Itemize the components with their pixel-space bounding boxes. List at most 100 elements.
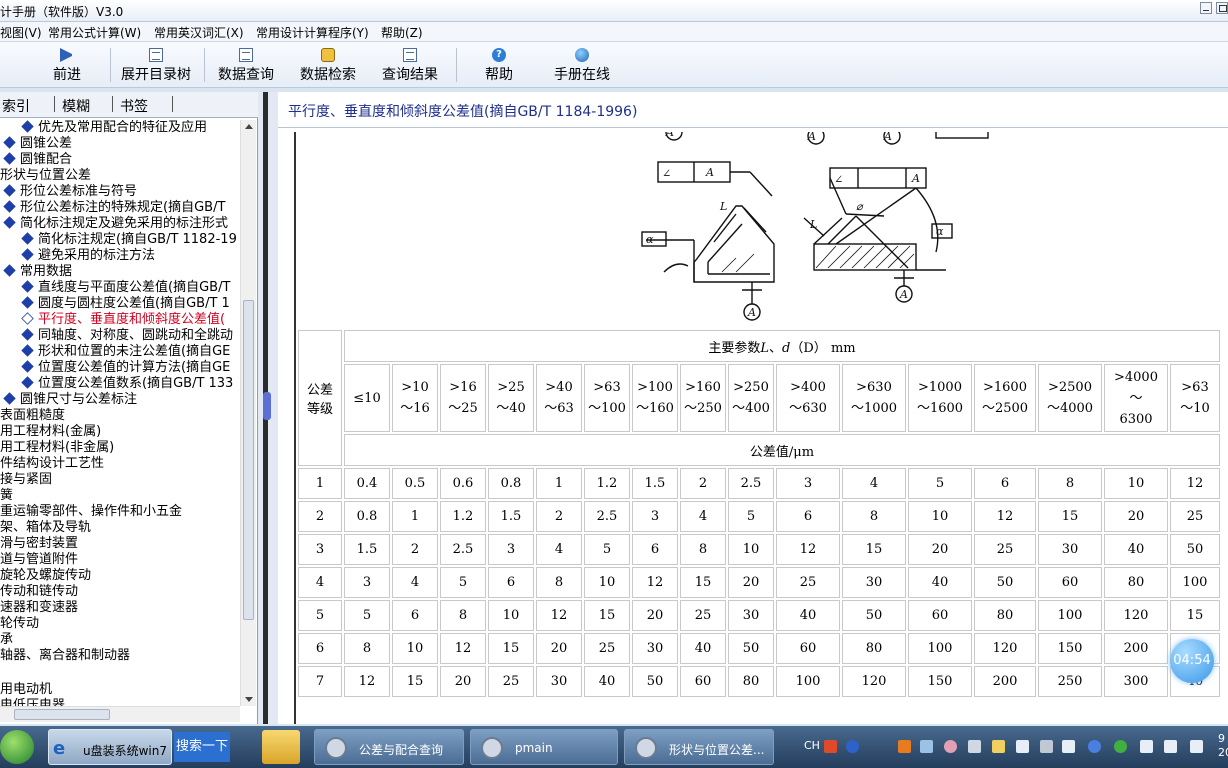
scroll-down-icon[interactable] bbox=[245, 697, 253, 702]
tolerance-cell: 20 bbox=[536, 633, 582, 664]
tree-item[interactable]: 形状和位置的未注公差值(摘自GE bbox=[21, 344, 231, 360]
panel-splitter[interactable] bbox=[258, 92, 278, 724]
menu-view[interactable]: 视图(V) bbox=[0, 24, 42, 41]
menu-formula[interactable]: 常用公式计算(W) bbox=[48, 24, 141, 41]
tree-item[interactable]: 同轴度、对称度、圆跳动和全跳动 bbox=[21, 328, 233, 344]
tree-item[interactable]: 圆锥配合 bbox=[3, 152, 72, 168]
taskbar-search-button[interactable]: 搜索一下 bbox=[174, 732, 230, 762]
query-result-button[interactable]: 查询结果 bbox=[380, 46, 440, 86]
taskbar-task-form-position[interactable]: 形状与位置公差... bbox=[624, 729, 774, 765]
tree-item[interactable]: 圆锥公差 bbox=[3, 136, 72, 152]
tree-item[interactable]: 直线度与平面度公差值(摘自GB/T bbox=[21, 280, 230, 296]
tree-item[interactable]: 简化标注规定及避免采用的标注形式 bbox=[3, 216, 228, 232]
book-icon bbox=[3, 184, 16, 197]
minimize-button[interactable] bbox=[1200, 2, 1212, 14]
scroll-up-icon[interactable] bbox=[245, 124, 253, 129]
tree-item[interactable]: 轮传动 bbox=[0, 616, 39, 632]
tree-item[interactable]: 电低压电器 bbox=[0, 698, 65, 706]
forward-button[interactable]: 前进 bbox=[50, 46, 84, 86]
menu-help[interactable]: 帮助(Z) bbox=[381, 24, 423, 41]
search-icon bbox=[321, 48, 335, 62]
input-method-icon[interactable] bbox=[824, 740, 837, 753]
tree-item[interactable]: 形位公差标注的特殊规定(摘自GB/T bbox=[3, 200, 225, 216]
maximize-button[interactable] bbox=[1216, 2, 1228, 14]
tree-item[interactable]: 形位公差标准与符号 bbox=[3, 184, 137, 200]
tree-item[interactable]: 常用数据 bbox=[3, 264, 72, 280]
tolerance-cell: 20 bbox=[908, 534, 972, 565]
folder-icon[interactable] bbox=[262, 730, 300, 764]
tree-item[interactable]: 速器和变速器 bbox=[0, 600, 78, 616]
tree-item[interactable]: 滑与密封装置 bbox=[0, 536, 78, 552]
tree-item[interactable]: 承 bbox=[0, 632, 13, 648]
tray-time[interactable]: 9 bbox=[1218, 732, 1225, 745]
tab-index[interactable]: 索引 bbox=[2, 96, 30, 116]
tray-app-icon[interactable] bbox=[920, 740, 933, 753]
splitter-handle[interactable] bbox=[263, 392, 271, 420]
book-icon bbox=[21, 120, 34, 133]
tolerance-cell: 120 bbox=[1104, 600, 1168, 631]
tree-item[interactable]: 优先及常用配合的特征及应用 bbox=[21, 120, 207, 136]
datum-label: A bbox=[911, 172, 920, 185]
tray-date[interactable]: 20 bbox=[1218, 746, 1228, 759]
bluetooth-icon[interactable] bbox=[1088, 740, 1101, 753]
start-button[interactable] bbox=[0, 730, 34, 764]
menu-design-calc[interactable]: 常用设计计算程序(Y) bbox=[256, 24, 369, 41]
cursor-icon[interactable] bbox=[968, 740, 981, 753]
tree-item[interactable]: 形状与位置公差 bbox=[0, 168, 91, 184]
tree-item[interactable]: 表面粗糙度 bbox=[0, 408, 65, 424]
tree-horizontal-scrollbar[interactable] bbox=[0, 706, 240, 722]
tree-item[interactable]: 传动和链传动 bbox=[0, 584, 78, 600]
tray-app-icon[interactable] bbox=[944, 740, 957, 753]
bell-icon[interactable] bbox=[1016, 740, 1029, 753]
tree-item[interactable]: 圆锥尺寸与公差标注 bbox=[3, 392, 137, 408]
tree-item[interactable]: 件结构设计工艺性 bbox=[0, 456, 104, 472]
tolerance-cell: 8 bbox=[440, 600, 486, 631]
scroll-thumb[interactable] bbox=[14, 709, 110, 720]
taskbar-task-pmain[interactable]: pmain bbox=[470, 729, 618, 765]
tree-item[interactable]: 簧 bbox=[0, 488, 13, 504]
tab-fuzzy[interactable]: 模糊 bbox=[62, 96, 90, 116]
tree-item-label: 形状和位置的未注公差值(摘自GE bbox=[38, 344, 231, 359]
tray-app-icon[interactable] bbox=[1140, 740, 1153, 753]
tree-item[interactable]: 轴器、离合器和制动器 bbox=[0, 648, 130, 664]
tree-item[interactable]: 用工程材料(金属) bbox=[0, 424, 101, 440]
help-button[interactable]: ? 帮助 bbox=[484, 46, 514, 86]
data-query-button[interactable]: 数据查询 bbox=[216, 46, 276, 86]
data-search-button[interactable]: 数据检索 bbox=[298, 46, 358, 86]
help-icon[interactable] bbox=[846, 740, 859, 753]
tree-item[interactable]: 避免采用的标注方法 bbox=[21, 248, 155, 264]
tree-item[interactable]: 道与管道附件 bbox=[0, 552, 78, 568]
volume-icon[interactable] bbox=[1190, 740, 1203, 753]
tolerance-cell: 1 bbox=[536, 468, 582, 499]
tray-app-icon[interactable] bbox=[1164, 740, 1177, 753]
security-icon[interactable] bbox=[1114, 740, 1127, 753]
tab-bookmark[interactable]: 书签 bbox=[120, 96, 148, 116]
expand-tree-button[interactable]: 展开目录树 bbox=[118, 46, 194, 86]
ime-zh-icon[interactable] bbox=[898, 740, 911, 753]
tray-app-icon[interactable] bbox=[1040, 740, 1053, 753]
tree-item[interactable]: 接与紧固 bbox=[0, 472, 52, 488]
tree-item[interactable]: 平行度、垂直度和倾斜度公差值( bbox=[21, 312, 225, 328]
tree-item-label: 形状与位置公差 bbox=[0, 168, 92, 183]
menu-vocab[interactable]: 常用英汉词汇(X) bbox=[154, 24, 244, 41]
taskbar-task-tolerance[interactable]: 公差与配合查询 bbox=[314, 729, 464, 765]
tree-item[interactable]: 位置度公差值数系(摘自GB/T 133 bbox=[21, 376, 233, 392]
tree-item[interactable]: 简化标注规定(摘自GB/T 1182-19 bbox=[21, 232, 237, 248]
tolerance-cell: 25 bbox=[1170, 501, 1220, 532]
tree-item[interactable]: 重运输零部件、操作件和小五金 bbox=[0, 504, 182, 520]
tree-item[interactable]: 旋轮及螺旋传动 bbox=[0, 568, 91, 584]
tree-item[interactable]: 位置度公差值的计算方法(摘自GE bbox=[21, 360, 230, 376]
tolerance-cell: 50 bbox=[1170, 534, 1220, 565]
manual-online-button[interactable]: 手册在线 bbox=[552, 46, 612, 86]
tree-item[interactable]: 用工程材料(非金属) bbox=[0, 440, 114, 456]
tree-vertical-scrollbar[interactable] bbox=[240, 120, 256, 706]
scroll-thumb[interactable] bbox=[243, 300, 254, 620]
tray-app-icon[interactable] bbox=[992, 740, 1005, 753]
clock-bubble[interactable]: 04:54 bbox=[1170, 639, 1214, 683]
tree-item[interactable]: 架、箱体及导轨 bbox=[0, 520, 91, 536]
tree-item[interactable]: 圆度与圆柱度公差值(摘自GB/T 1 bbox=[21, 296, 230, 312]
language-indicator[interactable]: CH bbox=[804, 739, 820, 752]
taskbar-browser[interactable]: e u盘装系统win7 bbox=[48, 729, 172, 765]
tree-item[interactable]: 用电动机 bbox=[0, 682, 52, 698]
network-icon[interactable] bbox=[1062, 740, 1075, 753]
